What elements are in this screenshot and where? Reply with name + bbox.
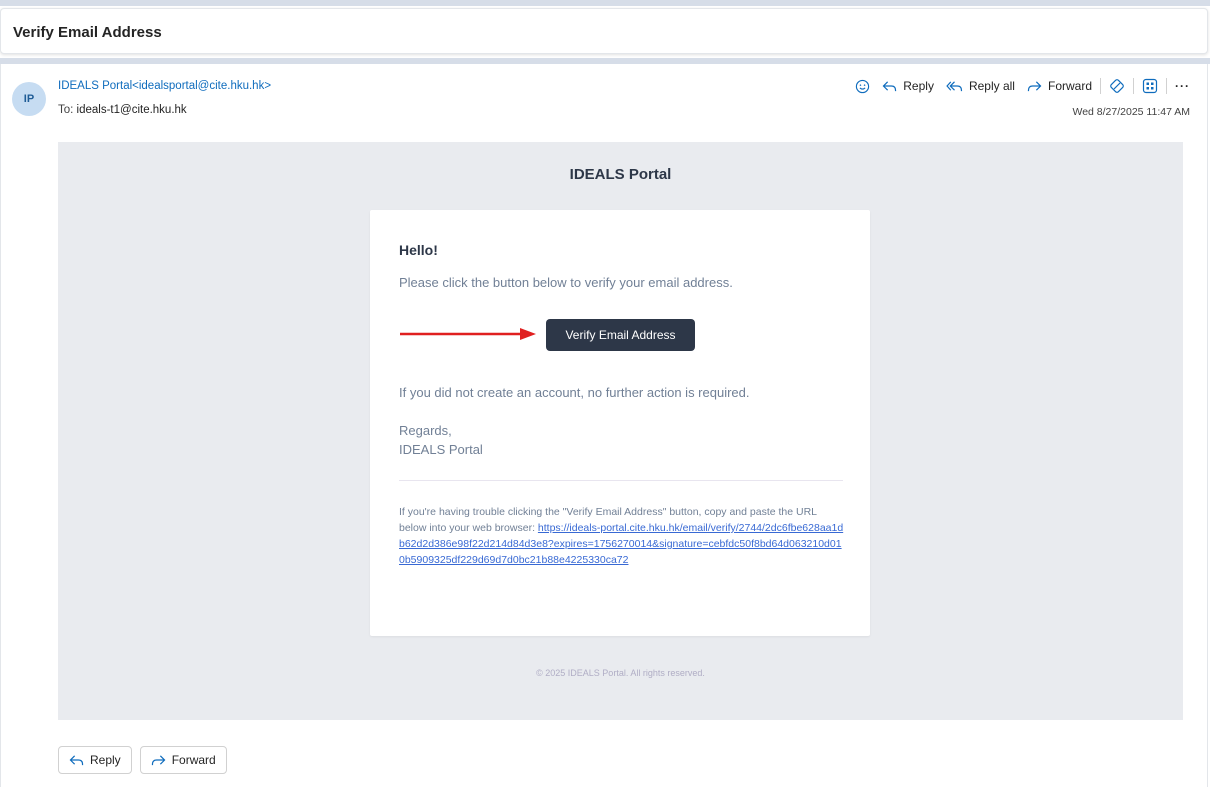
to-label: To: [58, 104, 74, 116]
email-outro-text: If you did not create an account, no fur… [399, 385, 750, 400]
signature-text: IDEALS Portal [399, 442, 483, 457]
sender-avatar[interactable]: IP [12, 82, 46, 116]
verify-email-button[interactable]: Verify Email Address [546, 319, 695, 351]
bottom-forward-label: Forward [171, 753, 216, 767]
email-card: Hello! Please click the button below to … [370, 210, 870, 636]
bottom-reply-label: Reply [90, 753, 121, 767]
copyright-text: © 2025 IDEALS Portal. All rights reserve… [536, 668, 705, 678]
recipient-line: To: ideals-t1@cite.hku.hk [58, 104, 187, 116]
subject-bar: Verify Email Address [0, 8, 1208, 54]
forward-button[interactable]: Forward [1027, 79, 1092, 93]
message-actions: Reply Reply all Forward ··· [847, 76, 1190, 96]
sent-date: Wed 8/27/2025 11:47 AM [1072, 106, 1190, 118]
email-intro-text: Please click the button below to verify … [399, 275, 733, 290]
reply-icon [69, 754, 84, 765]
divider [399, 480, 843, 481]
bottom-actions: Reply Forward [58, 746, 235, 774]
sender-name[interactable]: IDEALS Portal<idealsportal@cite.hku.hk> [58, 80, 271, 92]
sensitivity-icon[interactable] [1109, 78, 1125, 94]
top-strip [0, 0, 1210, 6]
bottom-forward-button[interactable]: Forward [139, 746, 227, 774]
email-body: IDEALS Portal Hello! Please click the bu… [58, 142, 1183, 720]
toolbar-divider [1100, 78, 1101, 94]
trouble-notice: If you're having trouble clicking the "V… [399, 504, 844, 568]
email-signoff: Regards, IDEALS Portal [399, 421, 483, 459]
reply-all-label: Reply all [968, 79, 1015, 93]
recipient-address[interactable]: ideals-t1@cite.hku.hk [77, 104, 187, 116]
toolbar-divider [1133, 78, 1134, 94]
reply-button[interactable]: Reply [882, 79, 934, 93]
bottom-reply-button[interactable]: Reply [58, 746, 132, 774]
reply-all-button[interactable]: Reply all [946, 79, 1015, 93]
apps-icon[interactable] [1142, 78, 1158, 94]
more-icon[interactable]: ··· [1175, 79, 1190, 93]
email-brand-header: IDEALS Portal [569, 166, 672, 183]
forward-icon [151, 754, 166, 765]
emoji-icon[interactable] [855, 79, 870, 94]
email-greeting: Hello! [399, 242, 438, 258]
forward-icon [1027, 80, 1042, 91]
email-subject: Verify Email Address [13, 24, 162, 41]
reply-icon [882, 80, 897, 91]
regards-text: Regards, [399, 423, 452, 438]
annotation-arrow [400, 328, 536, 340]
forward-label: Forward [1047, 79, 1092, 93]
toolbar-divider [1166, 78, 1167, 94]
reply-label: Reply [903, 79, 934, 93]
reply-all-icon [946, 80, 963, 91]
